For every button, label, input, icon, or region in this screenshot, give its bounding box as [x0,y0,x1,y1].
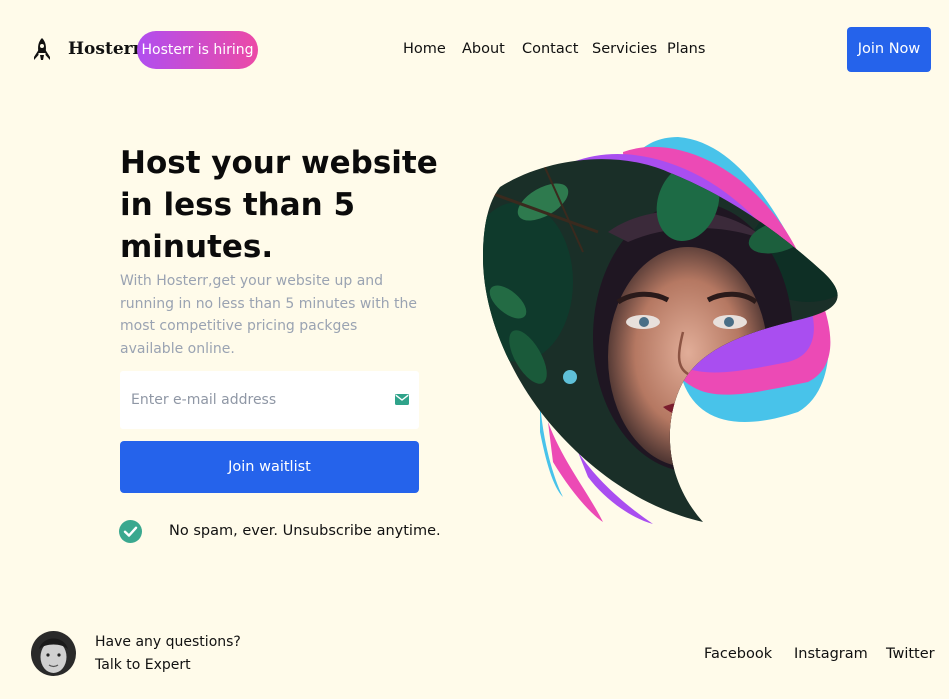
social-instagram[interactable]: Instagram [794,646,868,662]
hero-portrait-image [483,137,838,524]
site-header: Hosterr Hosterr is hiring Home About Con… [0,0,949,100]
check-circle-icon [119,520,142,543]
social-twitter[interactable]: Twitter [886,646,935,662]
expert-avatar[interactable] [31,631,76,676]
nav-contact[interactable]: Contact [522,41,578,57]
email-form [120,371,419,429]
brand-name[interactable]: Hosterr [68,39,142,59]
talk-to-expert-link[interactable]: Talk to Expert [95,657,191,673]
nav-about[interactable]: About [462,41,505,57]
hero-description: With Hosterr,get your website up and run… [120,273,417,357]
hero-title: Host your website in less than 5 minutes… [120,145,438,265]
nav-services[interactable]: Servicies [592,41,657,57]
join-waitlist-button[interactable]: Join waitlist [120,441,419,493]
rocket-icon[interactable] [33,37,51,63]
mail-icon [395,394,409,405]
nav-home[interactable]: Home [403,41,446,57]
no-spam-note: No spam, ever. Unsubscribe anytime. [169,523,441,539]
nav-plans[interactable]: Plans [667,41,705,57]
hiring-badge[interactable]: Hosterr is hiring [137,31,258,69]
email-input[interactable] [120,371,380,429]
join-now-button[interactable]: Join Now [847,27,931,72]
questions-text: Have any questions? [95,634,241,650]
social-facebook[interactable]: Facebook [704,646,772,662]
